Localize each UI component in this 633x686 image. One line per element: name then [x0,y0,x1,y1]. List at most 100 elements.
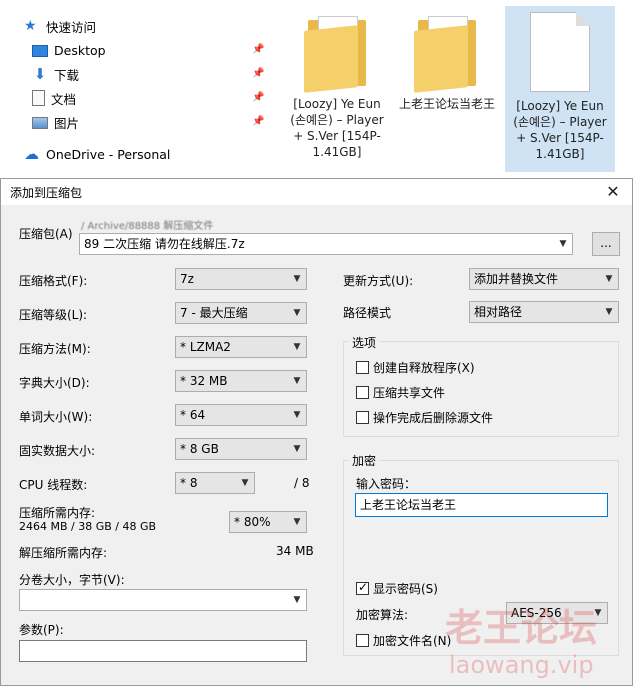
pin-icon: 📌 [252,92,265,103]
path-mode-select[interactable]: 相对路径 ▼ [469,301,619,323]
file-tile-selected[interactable]: [Loozy] Ye Eun (손예은) – Player + S.Ver [1… [505,6,615,172]
archive-name-value: 89 二次压缩 请勿在线解压.7z [84,237,245,251]
nav-quick-access[interactable]: ★ 快速访问 [24,16,96,36]
checkbox-box [356,385,369,399]
nav-downloads[interactable]: ⬇ 下载 [32,64,79,84]
format-label: 压缩格式(F): [19,274,88,288]
chevron-down-icon: ▼ [559,239,567,249]
file-tile-folder-2[interactable]: 上老王论坛当老王 [392,6,502,112]
delete-after-label: 操作完成后删除源文件 [373,410,494,425]
file-name: [Loozy] Ye Eun (손예은) – Player + S.Ver [1… [513,99,607,161]
nav-onedrive[interactable]: ☁ OneDrive - Personal [24,144,170,164]
cpu-max: / 8 [294,476,310,490]
add-to-archive-dialog: 添加到压缩包 ✕ 压缩包(A) / Archive/88888 解压缩文件 89… [0,178,633,686]
file-icon [530,12,590,92]
delete-after-checkbox[interactable]: 操作完成后删除源文件 [356,409,493,425]
archive-label: 压缩包(A) [19,227,73,241]
path-mode-value: 相对路径 [474,305,523,319]
update-select[interactable]: 添加并替换文件 ▼ [469,268,619,290]
chevron-down-icon: ▼ [293,444,301,454]
dialog-title: 添加到压缩包 [10,185,83,200]
format-select[interactable]: 7z ▼ [175,268,307,290]
chevron-down-icon: ▼ [293,274,301,284]
download-icon: ⬇ [33,65,47,83]
decompress-memory-label: 解压缩所需内存: [19,546,108,560]
pin-icon: 📌 [252,116,265,127]
dialog-titlebar[interactable]: 添加到压缩包 ✕ [1,179,632,205]
checkbox-box [356,633,369,647]
dict-label: 字典大小(D): [19,376,90,390]
archive-name-combo[interactable]: 89 二次压缩 请勿在线解压.7z ▼ [79,233,573,255]
cloud-icon: ☁ [24,145,39,163]
checkbox-box [356,410,369,424]
folder-icon [414,14,480,93]
picture-icon [32,117,48,129]
archive-path-hint: / Archive/88888 解压缩文件 [81,221,214,232]
folder-icon [304,14,370,93]
method-select[interactable]: * LZMA2 ▼ [175,336,307,358]
memory-value: * 80% [234,515,271,529]
nav-label: 文档 [51,91,77,107]
pin-icon: 📌 [252,44,265,55]
shared-files-label: 压缩共享文件 [373,385,446,400]
params-label: 参数(P): [19,623,64,637]
encrypt-names-checkbox[interactable]: 加密文件名(N) [356,632,451,648]
show-password-label: 显示密码(S) [373,581,438,596]
volume-combo[interactable]: ▼ [19,589,307,611]
nav-desktop[interactable]: Desktop [32,40,106,60]
update-label: 更新方式(U): [343,274,414,288]
word-value: * 64 [180,408,206,422]
method-value: * LZMA2 [180,340,231,354]
shared-files-checkbox[interactable]: 压缩共享文件 [356,384,445,400]
pin-icon: 📌 [252,68,265,79]
encrypt-names-label: 加密文件名(N) [373,633,452,648]
file-name: 上老王论坛当老王 [398,97,495,111]
nav-documents[interactable]: 文档 [32,88,76,108]
nav-label: 快速访问 [46,19,97,35]
encryption-method-label: 加密算法: [356,608,409,622]
file-explorer: ★ 快速访问 Desktop 📌 ⬇ 下载 📌 文档 📌 图片 📌 ☁ OneD… [0,0,633,178]
volume-label: 分卷大小，字节(V): [19,573,125,587]
chevron-down-icon: ▼ [293,410,301,420]
update-value: 添加并替换文件 [474,272,559,286]
browse-button[interactable]: ... [592,232,620,256]
dict-select[interactable]: * 32 MB ▼ [175,370,307,392]
nav-label: Desktop [54,42,106,58]
options-title: 选项 [349,334,380,351]
solid-select[interactable]: * 8 GB ▼ [175,438,307,460]
format-value: 7z [180,272,194,286]
star-icon: ★ [24,18,37,34]
level-select[interactable]: 7 - 最大压缩 ▼ [175,302,307,324]
checkbox-box [356,360,369,374]
nav-label: 图片 [54,115,80,131]
password-label: 输入密码： [356,477,417,491]
cpu-value: * 8 [180,476,198,490]
show-password-checkbox[interactable]: 显示密码(S) [356,580,438,596]
desktop-icon [32,45,48,57]
sfx-label: 创建自释放程序(X) [373,360,475,375]
checkbox-box-checked [356,580,369,595]
close-button[interactable]: ✕ [604,183,622,201]
dict-value: * 32 MB [180,374,228,388]
sfx-checkbox[interactable]: 创建自释放程序(X) [356,359,475,375]
watermark-text: 老王论坛 [445,606,598,650]
chevron-down-icon: ▼ [605,307,613,317]
chevron-down-icon: ▼ [293,595,301,605]
nav-label: OneDrive - Personal [46,146,171,162]
path-mode-label: 路径模式 [343,306,392,320]
chevron-down-icon: ▼ [293,342,301,352]
file-tile-folder-1[interactable]: [Loozy] Ye Eun (손예은) – Player + S.Ver [1… [282,6,392,160]
method-label: 压缩方法(M): [19,342,91,356]
memory-select[interactable]: * 80% ▼ [229,511,307,533]
cpu-select[interactable]: * 8 ▼ [175,472,255,494]
word-select[interactable]: * 64 ▼ [175,404,307,426]
params-input[interactable] [19,640,307,662]
password-input[interactable]: 上老王论坛当老王 [355,493,608,517]
nav-pictures[interactable]: 图片 [32,112,79,132]
document-icon [32,90,45,106]
encryption-title: 加密 [349,452,380,469]
cpu-label: CPU 线程数: [19,478,88,492]
chevron-down-icon: ▼ [293,376,301,386]
level-label: 压缩等级(L): [19,308,88,322]
memory-label: 压缩所需内存: [19,506,96,520]
